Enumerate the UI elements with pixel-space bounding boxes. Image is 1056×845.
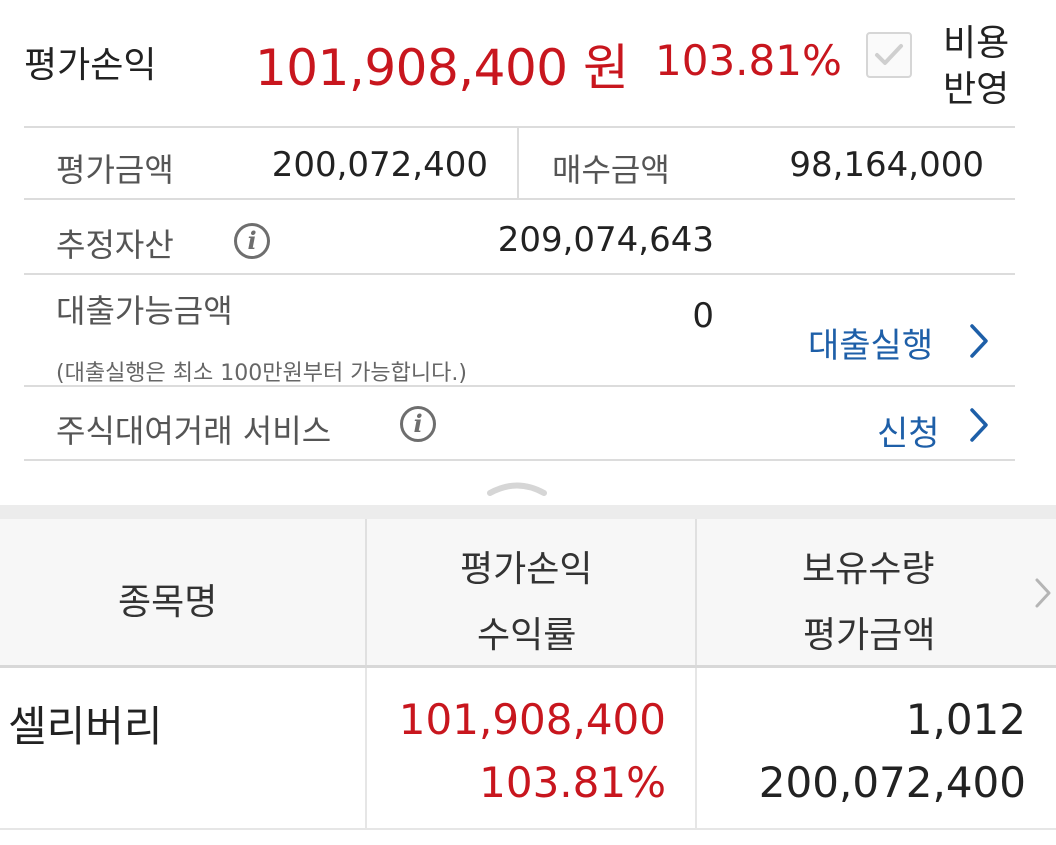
profit-loss-rate: 103.81% — [655, 36, 842, 85]
profit-loss-label: 평가손익 — [24, 45, 157, 86]
divider — [24, 459, 1015, 461]
chevron-right-icon[interactable] — [968, 406, 990, 444]
profit-loss-amount: 101,908,400 원 — [255, 39, 629, 97]
divider — [695, 668, 697, 828]
fee-include-label-line1: 비용 — [943, 23, 1010, 64]
divider — [24, 385, 1015, 387]
chevron-right-icon[interactable] — [1034, 576, 1052, 610]
stock-profit-loss: 101,908,400 — [398, 695, 666, 744]
loan-available-value: 0 — [692, 296, 714, 336]
fee-include-label-line2: 반영 — [943, 69, 1010, 110]
column-header-profit-loss: 평가손익 — [460, 549, 593, 590]
stock-quantity: 1,012 — [905, 695, 1026, 744]
divider — [695, 519, 697, 666]
divider — [0, 828, 1056, 830]
stock-lending-apply-link[interactable]: 신청 — [877, 406, 940, 455]
stock-return-rate: 103.81% — [479, 758, 666, 807]
column-header-eval-amount: 평가금액 — [803, 615, 936, 656]
table-top-band — [0, 505, 1056, 519]
estimated-assets-label: 추정자산 — [56, 226, 174, 264]
estimated-assets-value: 209,074,643 — [497, 220, 714, 260]
loan-available-label: 대출가능금액 — [56, 292, 233, 330]
divider — [365, 668, 367, 828]
check-icon — [875, 44, 903, 65]
stock-lending-label: 주식대여거래 서비스 — [56, 412, 332, 450]
eval-amount-value: 200,072,400 — [271, 145, 488, 185]
column-header-return-rate: 수익률 — [477, 615, 577, 656]
column-header-name: 종목명 — [118, 582, 218, 623]
eval-amount-label: 평가금액 — [56, 151, 174, 189]
buy-amount-label: 매수금액 — [552, 151, 670, 189]
fee-include-checkbox[interactable] — [866, 32, 912, 78]
buy-amount-value: 98,164,000 — [789, 145, 984, 185]
loan-note: (대출실행은 최소 100만원부터 가능합니다.) — [56, 361, 467, 386]
stock-eval-amount: 200,072,400 — [758, 758, 1026, 807]
info-icon[interactable]: i — [400, 406, 436, 442]
loan-execute-link[interactable]: 대출실행 — [808, 318, 933, 367]
column-header-quantity: 보유수량 — [802, 549, 935, 590]
divider — [24, 273, 1015, 275]
stock-name[interactable]: 셀리버리 — [8, 693, 163, 754]
collapse-handle-icon[interactable] — [486, 480, 548, 496]
divider — [365, 519, 367, 666]
chevron-right-icon[interactable] — [968, 322, 990, 360]
divider — [24, 126, 1015, 128]
divider — [24, 198, 1015, 200]
info-icon[interactable]: i — [234, 223, 270, 259]
divider — [517, 128, 519, 198]
divider — [0, 665, 1056, 668]
